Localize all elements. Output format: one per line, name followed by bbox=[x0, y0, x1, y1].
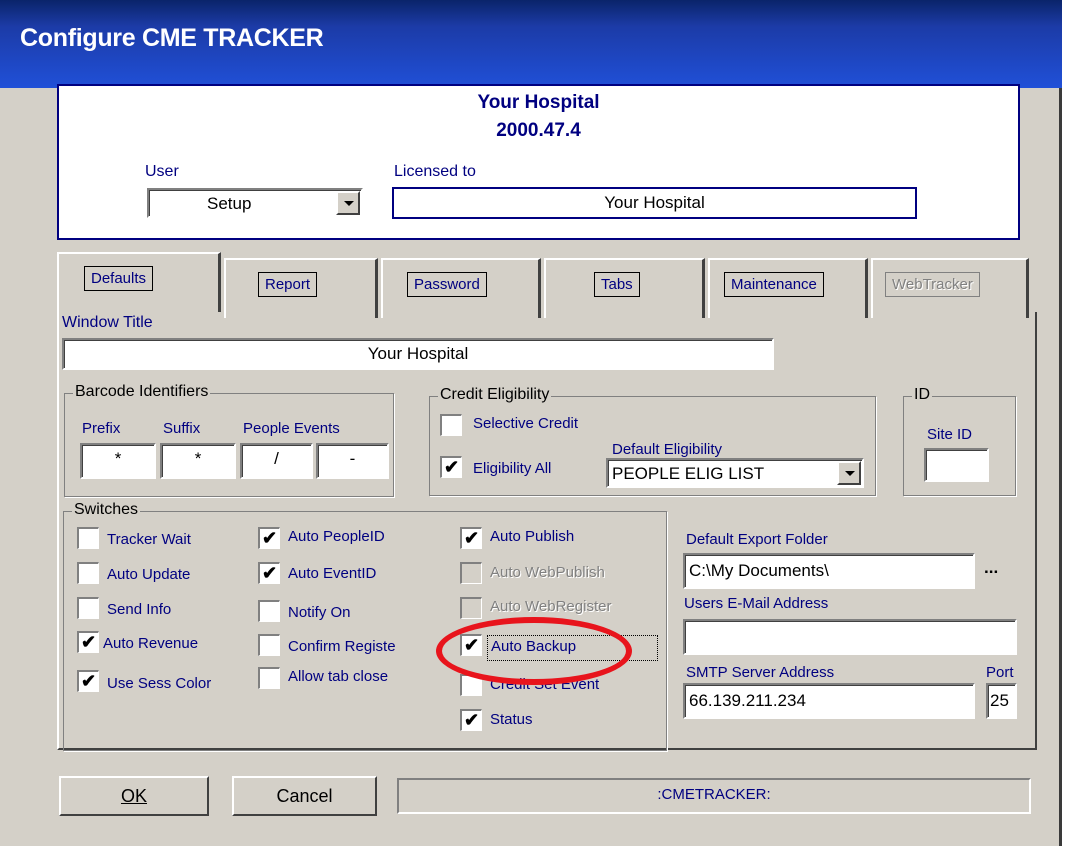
events-input[interactable]: - bbox=[316, 443, 389, 479]
chevron-down-icon[interactable] bbox=[336, 191, 360, 215]
port-input[interactable]: 25 bbox=[986, 683, 1017, 719]
auto-publish-label: Auto Publish bbox=[490, 528, 575, 545]
window-title-label: Window Title bbox=[62, 314, 153, 331]
ok-button[interactable]: OK bbox=[59, 776, 209, 816]
suffix-input[interactable]: * bbox=[160, 443, 236, 479]
browse-button[interactable]: ... bbox=[984, 558, 998, 578]
credit-group-title: Credit Eligibility bbox=[438, 386, 552, 404]
auto-revenue-label: Auto Revenue bbox=[103, 635, 199, 652]
people-events-label: People Events bbox=[243, 420, 340, 437]
notify-on-label: Notify On bbox=[288, 604, 351, 621]
switches-group-title: Switches bbox=[72, 501, 141, 519]
highlight-annotation bbox=[436, 617, 632, 685]
status-label: Status bbox=[490, 711, 533, 728]
tab-report-label: Report bbox=[258, 272, 318, 297]
eligibility-all-checkbox[interactable]: ✔ bbox=[440, 456, 462, 478]
prefix-label: Prefix bbox=[82, 420, 121, 437]
allow-tab-close-checkbox[interactable] bbox=[258, 667, 280, 689]
site-id-input[interactable] bbox=[924, 448, 989, 482]
tab-webtracker-label: WebTracker bbox=[885, 272, 980, 297]
auto-update-checkbox[interactable] bbox=[77, 562, 99, 584]
smtp-label: SMTP Server Address bbox=[686, 664, 835, 681]
default-eligibility-combo[interactable]: PEOPLE ELIG LIST bbox=[606, 458, 864, 488]
tab-tabs-label: Tabs bbox=[594, 272, 640, 297]
version-label: 2000.47.4 bbox=[496, 120, 581, 141]
default-eligibility-label: Default Eligibility bbox=[612, 441, 723, 458]
licensed-label: Licensed to bbox=[394, 163, 476, 180]
confirm-register-checkbox[interactable] bbox=[258, 634, 280, 656]
allow-tab-close-label: Allow tab close bbox=[288, 668, 389, 685]
send-info-checkbox[interactable] bbox=[77, 597, 99, 619]
ok-label: OK bbox=[120, 786, 147, 806]
id-group-title: ID bbox=[912, 386, 932, 404]
user-combo[interactable]: Setup bbox=[147, 188, 363, 218]
tab-password-label: Password bbox=[407, 272, 487, 297]
email-label: Users E-Mail Address bbox=[684, 595, 829, 612]
port-label: Port bbox=[986, 664, 1014, 681]
prefix-input[interactable]: * bbox=[80, 443, 156, 479]
auto-peopleid-checkbox[interactable]: ✔ bbox=[258, 527, 280, 549]
title-bar[interactable]: Configure CME TRACKER bbox=[0, 0, 1062, 88]
tracker-wait-checkbox[interactable] bbox=[77, 527, 99, 549]
notify-on-checkbox[interactable] bbox=[258, 600, 280, 622]
use-sess-color-checkbox[interactable]: ✔ bbox=[77, 670, 99, 692]
auto-revenue-checkbox[interactable]: ✔ bbox=[77, 631, 99, 653]
hospital-name: Your Hospital bbox=[477, 92, 600, 113]
license-panel: Your Hospital 2000.47.4 User Setup Licen… bbox=[57, 84, 1020, 240]
tab-password[interactable]: Password bbox=[381, 258, 541, 318]
tab-maintenance[interactable]: Maintenance bbox=[708, 258, 868, 318]
config-dialog: Configure CME TRACKER Your Hospital 2000… bbox=[0, 0, 1062, 846]
tab-report[interactable]: Report bbox=[224, 258, 378, 318]
window-title: Configure CME TRACKER bbox=[20, 24, 324, 52]
use-sess-color-label: Use Sess Color bbox=[107, 675, 212, 692]
status-bar: :CMETRACKER: bbox=[397, 778, 1031, 814]
auto-webregister-checkbox[interactable] bbox=[460, 597, 482, 619]
default-eligibility-value: PEOPLE ELIG LIST bbox=[612, 464, 765, 483]
auto-webregister-label: Auto WebRegister bbox=[490, 598, 612, 615]
window-title-input[interactable]: Your Hospital bbox=[62, 338, 774, 370]
tab-maintenance-label: Maintenance bbox=[724, 272, 824, 297]
send-info-label: Send Info bbox=[107, 601, 172, 618]
people-input[interactable]: / bbox=[240, 443, 313, 479]
export-folder-input[interactable]: C:\My Documents\ bbox=[683, 553, 975, 589]
status-checkbox[interactable]: ✔ bbox=[460, 709, 482, 731]
suffix-label: Suffix bbox=[163, 420, 201, 437]
eligibility-all-label: Eligibility All bbox=[473, 460, 552, 477]
auto-update-label: Auto Update bbox=[107, 566, 191, 583]
smtp-input[interactable]: 66.139.211.234 bbox=[683, 683, 975, 719]
user-label: User bbox=[145, 163, 179, 180]
licensed-field: Your Hospital bbox=[392, 187, 917, 219]
chevron-down-icon[interactable] bbox=[837, 461, 861, 485]
selective-credit-label: Selective Credit bbox=[473, 415, 579, 432]
selective-credit-checkbox[interactable] bbox=[440, 414, 462, 436]
auto-eventid-label: Auto EventID bbox=[288, 565, 377, 582]
email-input[interactable] bbox=[683, 619, 1017, 655]
export-folder-label: Default Export Folder bbox=[686, 531, 828, 548]
auto-eventid-checkbox[interactable]: ✔ bbox=[258, 562, 280, 584]
auto-publish-checkbox[interactable]: ✔ bbox=[460, 527, 482, 549]
tab-defaults[interactable]: Defaults bbox=[57, 252, 221, 312]
confirm-register-label: Confirm Registe bbox=[288, 638, 396, 655]
auto-peopleid-label: Auto PeopleID bbox=[288, 528, 385, 545]
tab-webtracker[interactable]: WebTracker bbox=[871, 258, 1029, 318]
cancel-button[interactable]: Cancel bbox=[232, 776, 377, 816]
site-id-label: Site ID bbox=[927, 426, 973, 443]
auto-webpublish-label: Auto WebPublish bbox=[490, 564, 605, 581]
barcode-group-title: Barcode Identifiers bbox=[73, 383, 211, 401]
auto-webpublish-checkbox[interactable] bbox=[460, 562, 482, 584]
tab-defaults-label: Defaults bbox=[84, 266, 154, 291]
tracker-wait-label: Tracker Wait bbox=[107, 531, 191, 548]
tab-tabs[interactable]: Tabs bbox=[544, 258, 705, 318]
user-combo-value: Setup bbox=[207, 194, 252, 213]
cancel-label: Cancel bbox=[276, 786, 333, 806]
